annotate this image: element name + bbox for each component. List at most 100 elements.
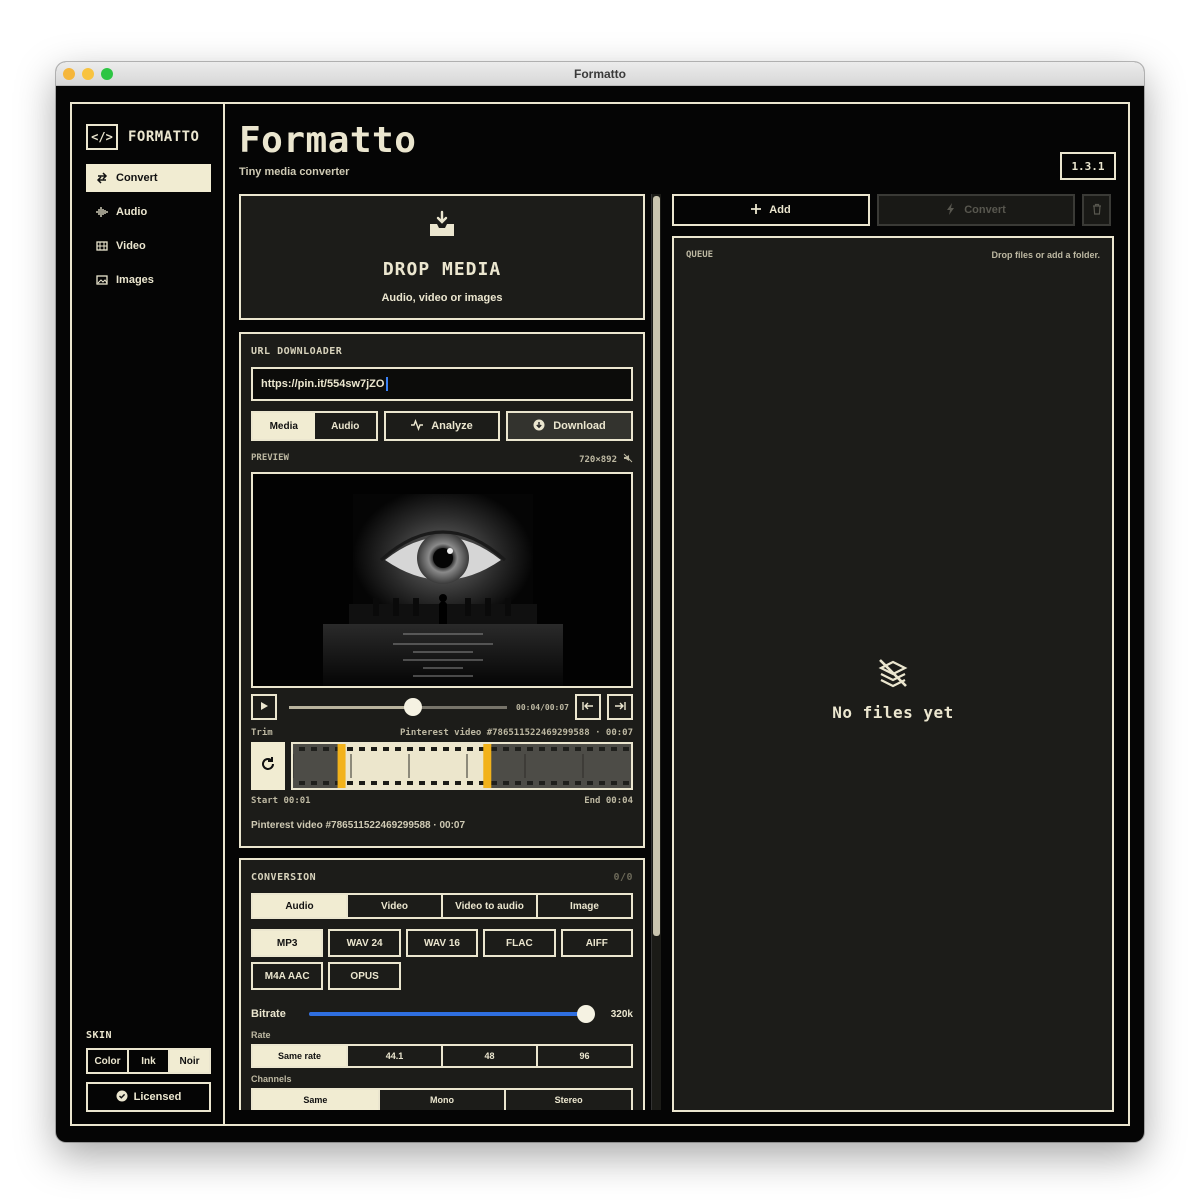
format-flac-button[interactable]: FLAC [483,929,556,957]
film-sprocket [527,747,533,751]
mode-audio-button[interactable]: Audio [315,413,377,439]
inbox-download-icon [427,210,457,245]
scrollbar-thumb[interactable] [653,196,660,936]
format-wav24-button[interactable]: WAV 24 [328,929,401,957]
film-sprocket [599,781,605,785]
skin-option-color[interactable]: Color [88,1050,129,1072]
sidebar-item-audio[interactable]: Audio [86,198,211,226]
app-window: Formatto </> FORMATTO Convert Audio Vide… [56,62,1144,1142]
channel-same-button[interactable]: Same [253,1090,380,1110]
trim-end-handle [483,744,492,788]
bitrate-slider-handle[interactable] [577,1005,595,1023]
title-bar: Formatto [56,62,1144,86]
queue-panel[interactable]: QUEUE Drop files or add a folder. No fil… [672,236,1114,1112]
film-sprocket [443,781,449,785]
stacked-files-slash-icon [876,656,910,695]
format-wav16-button[interactable]: WAV 16 [405,929,479,957]
format-mp3-button[interactable]: MP3 [251,929,324,957]
empty-queue-text: No files yet [832,703,954,722]
tab-video[interactable]: Video [348,895,443,917]
film-sprocket [383,747,389,751]
download-button[interactable]: Download [506,411,633,441]
film-sprocket [623,781,629,785]
set-trim-start-button[interactable] [575,694,601,720]
skin-option-ink[interactable]: Ink [129,1050,170,1072]
channel-mono-button[interactable]: Mono [380,1090,507,1110]
reset-trim-button[interactable] [251,742,285,790]
film-sprocket [383,781,389,785]
rate-same-button[interactable]: Same rate [253,1046,348,1066]
channel-stereo-button[interactable]: Stereo [506,1090,631,1110]
film-sprocket [455,747,461,751]
format-opus-button[interactable]: OPUS [328,962,401,990]
clear-queue-button[interactable] [1082,194,1111,226]
sidebar-item-convert[interactable]: Convert [86,164,211,192]
left-column-scrollbar[interactable] [651,194,661,1110]
close-window-button[interactable] [63,67,75,80]
film-sprocket [587,781,593,785]
plus-icon [751,203,762,217]
film-sprocket [467,747,473,751]
licensed-button[interactable]: Licensed [86,1082,211,1112]
trim-end-time: End 00:04 [584,796,633,806]
film-sprocket [311,747,317,751]
film-sprocket [563,747,569,751]
rate-96-button[interactable]: 96 [538,1046,631,1066]
play-button[interactable] [251,694,277,720]
brand-name: FORMATTO [128,129,200,145]
film-sprocket [431,781,437,785]
scrubber-handle[interactable] [404,698,423,716]
muted-speaker-icon[interactable] [623,453,633,466]
film-sprocket [611,781,617,785]
film-sprocket [623,747,629,751]
film-sprocket [599,747,605,751]
trim-start-time: Start 00:01 [251,796,311,806]
film-sprocket [419,747,425,751]
tab-video-to-audio[interactable]: Video to audio [443,895,538,917]
format-aiff-button[interactable]: AIFF [560,929,633,957]
left-column: DROP MEDIA Audio, video or images URL DO… [239,194,645,1110]
media-caption: Pinterest video #786511522469299588 · 00… [251,820,466,831]
rate-44-1-button[interactable]: 44.1 [348,1046,443,1066]
page-subtitle: Tiny media converter [239,166,350,178]
time-readout: 00:04/00:07 [516,702,569,712]
queue-actions: Add Convert [672,194,1114,226]
mode-media-button[interactable]: Media [253,413,315,439]
add-button[interactable]: Add [672,194,870,226]
version-badge: 1.3.1 [1060,152,1116,180]
analyze-button[interactable]: Analyze [384,411,500,441]
convert-button[interactable]: Convert [877,194,1075,226]
playback-scrubber[interactable] [283,694,507,720]
skin-label: SKIN [86,1030,113,1041]
add-label: Add [769,204,791,216]
bitrate-slider[interactable] [309,1004,595,1024]
drop-zone[interactable]: DROP MEDIA Audio, video or images [239,194,645,320]
tab-image[interactable]: Image [538,895,631,917]
film-sprocket [527,781,533,785]
sidebar-item-label: Video [116,240,146,252]
filmstrip-timeline[interactable] [291,742,633,790]
video-preview[interactable] [251,472,633,688]
skin-option-noir[interactable]: Noir [170,1050,209,1072]
app-frame: </> FORMATTO Convert Audio Video Images … [70,102,1130,1126]
tab-audio[interactable]: Audio [253,895,348,917]
film-sprocket [503,781,509,785]
film-sprocket [395,747,401,751]
skin-selector: Color Ink Noir [86,1048,211,1074]
format-m4a-aac-button[interactable]: M4A AAC [251,962,324,990]
film-sprocket [551,781,557,785]
film-sprocket [407,781,413,785]
brand: </> FORMATTO [86,124,199,150]
minimize-window-button[interactable] [82,67,94,80]
player-controls: 00:04/00:07 [251,694,633,720]
rate-48-button[interactable]: 48 [443,1046,538,1066]
window-title: Formatto [574,66,626,81]
url-downloader-label: URL DOWNLOADER [251,346,343,357]
film-sprocket [431,747,437,751]
url-input[interactable]: https://pin.it/554sw7jZO [251,367,633,401]
sidebar-item-video[interactable]: Video [86,232,211,260]
set-trim-end-button[interactable] [607,694,633,720]
conversion-count: 0/0 [613,872,633,883]
zoom-window-button[interactable] [101,67,113,80]
sidebar-item-images[interactable]: Images [86,266,211,294]
